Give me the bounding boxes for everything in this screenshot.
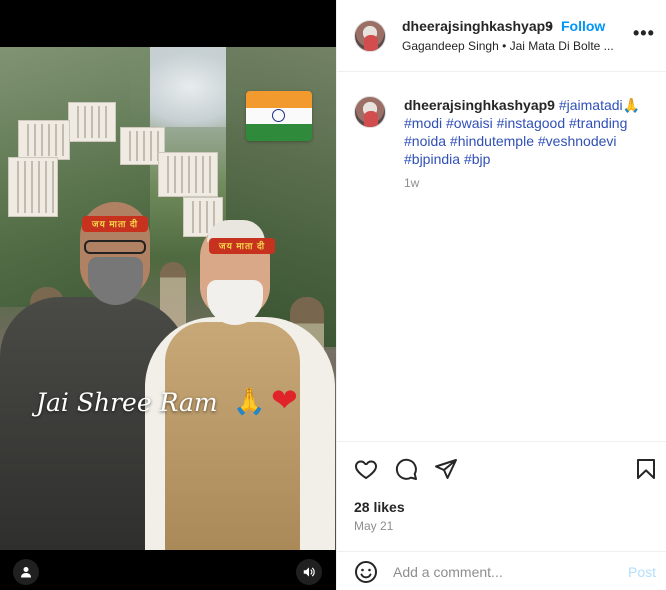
pray-emoji: 🙏 <box>233 386 266 416</box>
overlay-caption: Jai Shree Ram <box>36 388 218 417</box>
user-tag-button[interactable] <box>13 559 39 585</box>
comment-input[interactable] <box>393 562 613 582</box>
heart-emoji: ❤ <box>271 382 298 418</box>
headband-right: जय माता दी <box>209 238 275 254</box>
hashtag-line[interactable]: #noida #hindutemple #veshnodevi <box>404 133 617 149</box>
caption: dheerajsinghkashyap9 #jaimatadi🙏 #modi #… <box>404 96 644 168</box>
share-button[interactable] <box>433 456 459 482</box>
like-button[interactable] <box>353 456 379 482</box>
india-flag <box>246 91 312 141</box>
user-tag-icon <box>21 567 31 578</box>
caption-avatar[interactable] <box>354 96 386 128</box>
post-image: जय माता दी जय माता दी <box>0 47 336 550</box>
caption-username[interactable]: dheerajsinghkashyap9 <box>404 97 555 113</box>
post-header: dheerajsinghkashyap9 • Follow Gagandeep … <box>337 0 666 72</box>
post-media[interactable]: जय माता दी जय माता दी Jai Shree Ram 🙏 ❤ <box>0 0 336 590</box>
avatar[interactable] <box>354 20 386 52</box>
hashtag-line[interactable]: #bjpindia #bjp <box>404 151 490 167</box>
emoji-icon <box>355 561 377 583</box>
comment-bar: Post <box>337 551 666 590</box>
hashtag-line[interactable]: #modi #owaisi #instagood #tranding <box>404 115 627 131</box>
post-details-panel: dheerajsinghkashyap9 • Follow Gagandeep … <box>336 0 666 590</box>
hashtag-line[interactable]: #jaimatadi <box>559 97 623 113</box>
audio-subline[interactable]: Gagandeep Singh • Jai Mata Di Bolte ... <box>402 39 614 53</box>
emoji-button[interactable] <box>353 559 379 585</box>
post-comment-button[interactable]: Post <box>628 564 656 580</box>
follow-button[interactable]: Follow <box>561 18 605 34</box>
separator-dot: • <box>548 18 553 34</box>
time-ago[interactable]: 1w <box>404 176 419 190</box>
likes-count[interactable]: 28 likes <box>354 499 405 515</box>
comment-button[interactable] <box>393 456 419 482</box>
volume-icon <box>303 567 315 577</box>
bookmark-icon <box>637 459 655 479</box>
comment-icon <box>395 458 417 480</box>
more-options-button[interactable]: ••• <box>633 23 655 44</box>
mute-button[interactable] <box>296 559 322 585</box>
header-username[interactable]: dheerajsinghkashyap9 <box>402 18 553 34</box>
more-icon: ••• <box>633 23 655 43</box>
headband-left: जय माता दी <box>82 216 148 232</box>
share-icon <box>435 459 457 479</box>
post-date[interactable]: May 21 <box>354 519 393 533</box>
heart-icon <box>355 460 377 480</box>
save-button[interactable] <box>633 456 659 482</box>
pray-emoji: 🙏 <box>622 97 641 113</box>
